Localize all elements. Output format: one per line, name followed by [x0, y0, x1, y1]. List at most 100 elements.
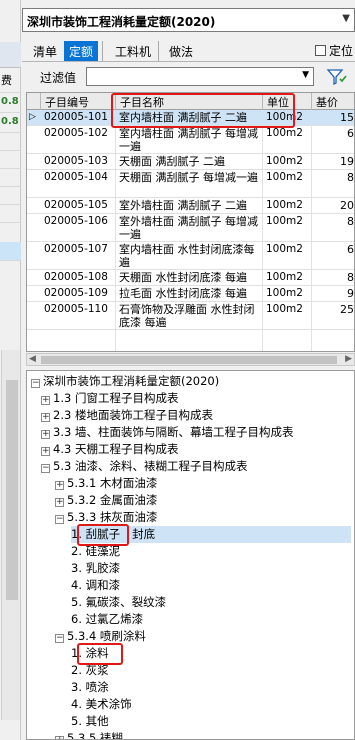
- left-pane-scrollbar[interactable]: [1, 350, 20, 720]
- scrollbar-thumb[interactable]: [41, 356, 337, 364]
- collapse-icon[interactable]: −: [55, 515, 64, 524]
- cell-code: 020005-101: [44, 111, 108, 123]
- filter-input[interactable]: ▼: [86, 67, 314, 86]
- tree-node[interactable]: 4. 调和漆: [71, 577, 120, 594]
- cell-unit: 100m2: [266, 271, 303, 283]
- tree-node[interactable]: 6. 过氯乙烯漆: [71, 611, 143, 628]
- column-header-code[interactable]: 子目编号: [41, 93, 116, 110]
- collapse-icon[interactable]: −: [31, 379, 40, 388]
- cell-unit: 100m2: [266, 155, 303, 167]
- tree-node-label: 2. 硅藻泥: [71, 544, 121, 558]
- scroll-left-icon[interactable]: ◀: [29, 354, 36, 364]
- tree-node[interactable]: 5. 氟碳漆、裂纹漆: [71, 594, 166, 611]
- chevron-down-icon[interactable]: ▼: [302, 70, 309, 80]
- tree-node-label: 5.3.2 金属面油漆: [67, 493, 158, 507]
- tree-node[interactable]: +5.3.5 裱糊: [55, 730, 123, 739]
- cell-name: 室外墙柱面 满刮腻子 每增减一遍: [119, 215, 258, 241]
- tree-node-label-suffix: 封底: [132, 527, 156, 541]
- tree-node[interactable]: +1.3 门窗工程子目构成表: [41, 390, 178, 407]
- tab-quota[interactable]: 定额: [64, 41, 99, 61]
- tree-node[interactable]: +4.3 天棚工程子目构成表: [41, 441, 178, 458]
- cell-name: 天棚面 满刮腻子 二遍: [119, 155, 225, 168]
- cell-price: 15: [340, 111, 354, 124]
- table-row[interactable]: 020005-110 石膏饰物及浮雕面 水性封闭底漆 每遍 100m2 25: [27, 302, 354, 330]
- tree-node[interactable]: +5.3.1 木材面油漆: [55, 475, 157, 492]
- tree-node[interactable]: −5.3.3 抹灰面油漆: [55, 509, 157, 526]
- checkbox-icon[interactable]: [314, 45, 326, 56]
- quota-library-value: 深圳市装饰工程消耗量定额(2020): [27, 15, 216, 29]
- tab-separator: [158, 41, 159, 61]
- table-row[interactable]: ▷ 020005-101 室内墙柱面 满刮腻子 二遍 100m2 15: [27, 110, 354, 126]
- tree-node-root[interactable]: − 深圳市装饰工程消耗量定额(2020): [31, 373, 219, 390]
- left-pane-value: 0.8: [1, 116, 19, 127]
- tree-node[interactable]: −5.3.4 喷刷涂料: [55, 628, 146, 645]
- tree-node[interactable]: 3. 喷涂: [71, 679, 109, 696]
- column-header-unit[interactable]: 单位: [263, 93, 312, 110]
- expand-icon[interactable]: +: [41, 413, 50, 422]
- tree-node-label: 5.3 油漆、涂料、裱糊工程子目构成表: [53, 459, 248, 473]
- tab-material[interactable]: 工料机: [110, 41, 156, 61]
- column-header-name[interactable]: 子目名称: [116, 93, 263, 110]
- tree-node-label: 4.3 天棚工程子目构成表: [53, 442, 179, 456]
- tree-node-label: 4. 美术涂饰: [71, 697, 132, 711]
- expand-icon[interactable]: +: [41, 396, 50, 405]
- tree-node[interactable]: 3. 乳胶漆: [71, 560, 120, 577]
- positioning-checkbox[interactable]: 定位: [314, 42, 353, 59]
- expand-icon[interactable]: +: [55, 736, 64, 739]
- cell-code: 020005-102: [44, 127, 108, 139]
- tree-node[interactable]: 5. 其他: [71, 713, 109, 730]
- filter-bar: 过滤值 ▼: [22, 66, 355, 88]
- expand-icon[interactable]: +: [55, 498, 64, 507]
- expand-icon[interactable]: +: [41, 447, 50, 456]
- table-row[interactable]: 020005-105 室外墙柱面 满刮腻子 二遍 100m2 20: [27, 198, 354, 214]
- tree-node-selected[interactable]: 1. 刮腻子 封底: [71, 526, 351, 543]
- table-row[interactable]: 020005-102 室内墙柱面 满刮腻子 每增减一遍 100m2 6: [27, 126, 354, 154]
- table-row[interactable]: 020005-107 室内墙柱面 水性封闭底漆每遍 100m2 6: [27, 242, 354, 270]
- column-header-price[interactable]: 基价: [312, 93, 354, 110]
- positioning-label: 定位: [328, 44, 353, 58]
- left-pane-value: 0.8: [1, 96, 19, 107]
- left-pane-selected-row[interactable]: [0, 242, 21, 260]
- tree-node[interactable]: −5.3 油漆、涂料、裱糊工程子目构成表: [41, 458, 247, 475]
- cell-price: 19: [340, 155, 354, 168]
- expand-icon[interactable]: +: [41, 430, 50, 439]
- tree-node[interactable]: 2. 硅藻泥: [71, 543, 120, 560]
- tab-separator: [102, 41, 103, 61]
- tree-node-label: 5.3.4 喷刷涂料: [67, 629, 146, 643]
- tree-node[interactable]: 2. 灰浆: [71, 662, 109, 679]
- tree-node[interactable]: 4. 美术涂饰: [71, 696, 132, 713]
- tree-node-label: 3.3 墙、柱面装饰与隔断、幕墙工程子目构成表: [53, 425, 294, 439]
- scroll-right-icon[interactable]: ▶: [345, 354, 352, 364]
- collapse-icon[interactable]: −: [55, 634, 64, 643]
- quota-table: 子目编号 子目名称 单位 基价 ▷ 020005-101 室内墙柱面 满刮腻子 …: [26, 92, 355, 352]
- tree-node-label: 1. 刮腻子: [71, 527, 121, 541]
- tree-node[interactable]: +3.3 墙、柱面装饰与隔断、幕墙工程子目构成表: [41, 424, 293, 441]
- tree-node[interactable]: +5.3.2 金属面油漆: [55, 492, 157, 509]
- quota-library-select[interactable]: 深圳市装饰工程消耗量定额(2020) ▼: [22, 8, 355, 32]
- table-row[interactable]: 020005-104 天棚面 满刮腻子 每增减一遍 100m2 8: [27, 170, 354, 198]
- table-row[interactable]: 020005-109 拉毛面 水性封闭底漆 每遍 100m2 9: [27, 286, 354, 302]
- tree-node[interactable]: 1. 涂料: [71, 645, 109, 662]
- collapse-icon[interactable]: −: [41, 464, 50, 473]
- cell-price: 6: [347, 243, 354, 256]
- tab-method[interactable]: 做法: [164, 41, 198, 61]
- cell-name: 室外墙柱面 满刮腻子 二遍: [119, 199, 247, 212]
- tree-node[interactable]: +2.3 楼地面装饰工程子目构成表: [41, 407, 213, 424]
- cell-price: 9: [347, 287, 354, 300]
- cell-name: 室内墙柱面 满刮腻子 每增减一遍: [119, 127, 258, 153]
- horizontal-scrollbar[interactable]: ◀ ▶: [26, 353, 355, 366]
- table-row[interactable]: 020005-108 天棚面 水性封闭底漆 每遍 100m2 8: [27, 270, 354, 286]
- table-row[interactable]: 020005-103 天棚面 满刮腻子 二遍 100m2 19: [27, 154, 354, 170]
- chevron-down-icon[interactable]: ▼: [342, 13, 350, 24]
- tree-node-label: 1. 涂料: [71, 646, 109, 660]
- filter-icon[interactable]: [326, 67, 348, 87]
- cell-unit: 100m2: [266, 287, 303, 299]
- tab-bill[interactable]: 清单: [28, 41, 62, 61]
- cell-price: 8: [347, 215, 354, 228]
- cell-code: 020005-110: [44, 303, 108, 315]
- table-header: 子目编号 子目名称 单位 基价: [27, 93, 354, 110]
- tree-node-label: 6. 过氯乙烯漆: [71, 612, 144, 626]
- table-row[interactable]: 020005-106 室外墙柱面 满刮腻子 每增减一遍 100m2 8: [27, 214, 354, 242]
- left-pane-fee-header: 费: [1, 74, 12, 87]
- expand-icon[interactable]: +: [55, 481, 64, 490]
